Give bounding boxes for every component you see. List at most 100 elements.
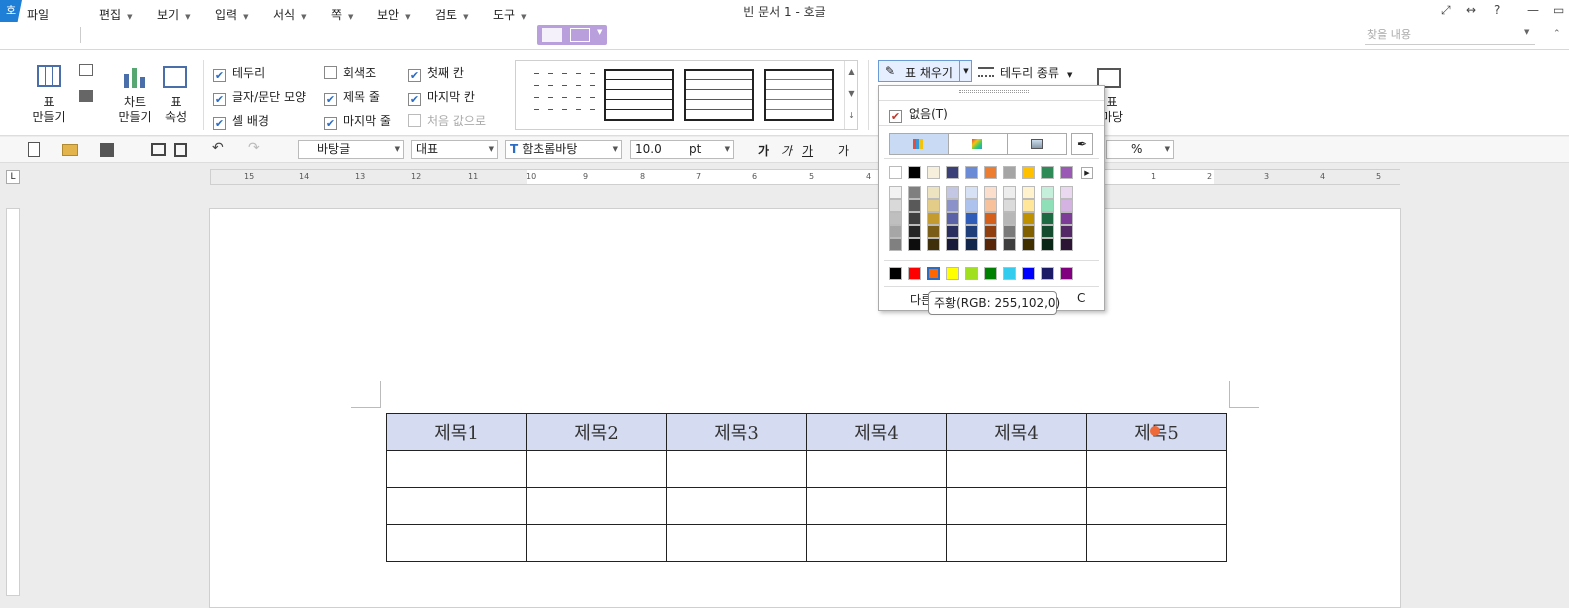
table-cell[interactable] [666,450,807,488]
color-swatch[interactable] [1022,238,1035,251]
table-header-cell[interactable]: 제목2 [526,413,667,451]
menu-tools[interactable]: 도구 ▼ [493,6,526,23]
table-cell[interactable] [386,487,527,525]
table-style-dashed[interactable] [525,69,595,121]
color-swatch[interactable] [908,186,921,199]
color-swatch[interactable] [908,238,921,251]
document-table[interactable]: 제목1 제목2 제목3 제목4 제목4 제목5 [386,413,1227,562]
table-header-cell[interactable]: 제목3 [666,413,807,451]
checkbox-box[interactable]: ✔ [324,117,337,130]
help-icon[interactable]: ? [1494,3,1500,17]
draw-table-icon[interactable] [79,64,93,76]
color-swatch[interactable] [1022,212,1035,225]
chevron-up-icon[interactable]: ⌃ [1553,29,1561,39]
font-select[interactable]: T 함초롬바탕 ▼ [505,140,622,159]
color-swatch[interactable] [1003,166,1016,179]
color-swatch[interactable] [889,238,902,251]
print-preview-icon[interactable] [174,143,187,157]
checkbox-cell-bg[interactable]: ✔ 셀 배경 [213,112,269,130]
color-swatch[interactable] [889,212,902,225]
table-layout-icon[interactable] [570,28,590,42]
color-swatch[interactable] [927,199,940,212]
fill-button[interactable]: ✎ 표 채우기 ▼ [878,60,972,82]
table-cell[interactable] [946,487,1087,525]
checkbox-box[interactable]: ✔ [408,93,421,106]
standard-color-swatch[interactable] [984,267,997,280]
table-cell[interactable] [666,524,807,562]
table-properties-button[interactable]: 표 속성 [158,95,194,125]
horizontal-ruler[interactable]: 15 14 13 12 11 10 9 8 7 6 5 4 1 2 3 4 5 [210,169,1401,185]
print-icon[interactable] [151,143,166,156]
underline-button[interactable]: 가 [802,142,813,159]
color-swatch[interactable] [984,238,997,251]
color-swatch[interactable] [965,225,978,238]
style-select[interactable]: 바탕글 ▼ [298,140,404,159]
reset-button[interactable]: 처음 값으로 [408,112,486,129]
standard-color-swatch[interactable] [1060,267,1073,280]
checkbox-border[interactable]: ✔ 테두리 [213,64,265,82]
table-cell[interactable] [806,487,947,525]
open-folder-icon[interactable] [62,144,78,156]
color-swatch[interactable] [927,186,940,199]
checkbox-header-row[interactable]: ✔ 제목 줄 [324,88,380,106]
color-swatch[interactable] [984,166,997,179]
color-swatch[interactable] [1041,212,1054,225]
fullscreen-icon[interactable]: ⤢ [1441,3,1451,18]
standard-color-swatch[interactable] [1003,267,1016,280]
restore-icon[interactable]: ▭ [1553,3,1564,17]
font-size-input[interactable]: 10.0 pt ▼ [630,140,734,159]
color-swatch[interactable] [1060,166,1073,179]
table-cell[interactable] [666,487,807,525]
color-swatch[interactable] [1003,225,1016,238]
search-dropdown-icon[interactable]: ▼ [1524,28,1529,36]
table-design-icon[interactable] [542,28,562,42]
color-swatch[interactable] [946,186,959,199]
table-cell[interactable] [1086,450,1227,488]
standard-color-swatch[interactable] [965,267,978,280]
table-style-gallery[interactable]: ▲ ▼ ↓ [515,60,858,130]
bold-button[interactable]: 가 [758,142,769,159]
tab-stop-button[interactable]: L [6,170,20,184]
color-swatch[interactable] [984,212,997,225]
color-swatch[interactable] [1041,238,1054,251]
chevron-down-icon[interactable]: ▼ [597,28,602,36]
standard-color-swatch[interactable] [1041,267,1054,280]
table-header-cell[interactable]: 제목4 [806,413,947,451]
color-swatch[interactable] [1003,238,1016,251]
color-swatch[interactable] [984,225,997,238]
color-swatch[interactable] [946,238,959,251]
checkbox-first-col[interactable]: ✔ 첫째 칸 [408,64,464,82]
checkbox-box[interactable]: ✔ [213,69,226,82]
language-select[interactable]: 대표 ▼ [411,140,498,159]
table-header-cell[interactable]: 제목1 [386,413,527,451]
table-cell[interactable] [946,450,1087,488]
color-swatch[interactable] [1022,166,1035,179]
color-swatch[interactable] [965,166,978,179]
zoom-input[interactable]: % ▼ [1106,140,1174,159]
color-swatch[interactable] [889,166,902,179]
table-cell[interactable] [1086,487,1227,525]
checkbox-box[interactable]: ✔ [324,93,337,106]
color-swatch[interactable] [1060,186,1073,199]
save-icon[interactable] [100,143,114,157]
color-swatch[interactable] [1003,199,1016,212]
search-input[interactable]: 찾을 내용 [1365,27,1535,45]
color-swatch[interactable] [1041,186,1054,199]
color-swatch[interactable] [965,238,978,251]
color-swatch[interactable] [927,225,940,238]
table-cell[interactable] [386,450,527,488]
color-swatch[interactable] [946,199,959,212]
color-swatch[interactable] [1060,199,1073,212]
menu-format[interactable]: 서식 ▼ [273,6,306,23]
menu-view[interactable]: 보기 ▼ [157,6,190,23]
table-style-bordered[interactable] [764,69,834,121]
table-icon[interactable] [37,65,61,87]
color-swatch[interactable] [927,212,940,225]
color-swatch[interactable] [1060,238,1073,251]
color-swatch[interactable] [1003,186,1016,199]
minimize-icon[interactable]: — [1527,3,1539,17]
color-swatch[interactable] [889,186,902,199]
menu-edit[interactable]: 편집 ▼ [99,6,132,23]
checkbox-box[interactable] [324,66,337,79]
color-swatch[interactable] [1003,212,1016,225]
